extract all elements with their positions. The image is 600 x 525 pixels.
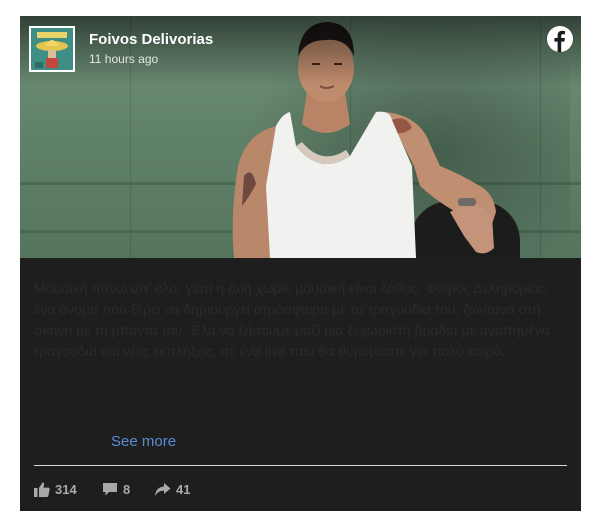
shares-stat[interactable]: 41 <box>154 480 190 498</box>
facebook-icon[interactable] <box>547 26 573 52</box>
see-more-link[interactable]: See more <box>111 433 176 450</box>
post-card: Foivos Delivorias 11 hours ago Μουσική π… <box>20 16 581 511</box>
post-text: Μουσική πάνω απ' όλα, γιατί η ζωή χωρίς … <box>34 280 550 359</box>
share-icon <box>155 482 171 496</box>
shares-count: 41 <box>176 481 191 497</box>
avatar-illustration <box>31 28 73 70</box>
post-timestamp[interactable]: 11 hours ago <box>89 52 158 66</box>
stats-divider <box>34 465 567 466</box>
likes-count: 314 <box>55 481 77 497</box>
comments-stat[interactable]: 8 <box>102 480 130 498</box>
thumbs-up-icon <box>34 482 50 497</box>
page-avatar[interactable] <box>29 26 75 72</box>
comments-count: 8 <box>123 481 131 497</box>
comment-icon <box>103 482 117 495</box>
likes-stat[interactable]: 314 <box>34 480 77 498</box>
page-name[interactable]: Foivos Delivorias <box>89 31 213 48</box>
